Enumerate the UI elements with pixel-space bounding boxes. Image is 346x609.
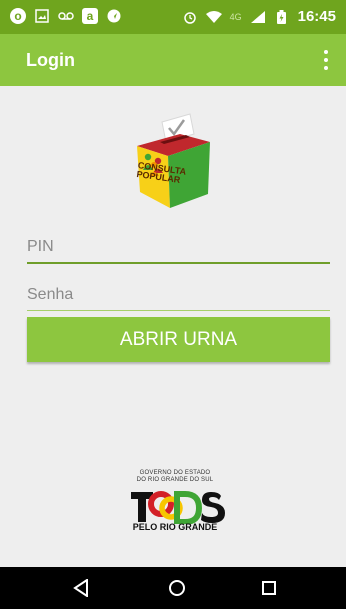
gov-line1: GOVERNO DO ESTADO bbox=[139, 470, 211, 476]
alarm-icon bbox=[182, 9, 198, 25]
network-label: 4G bbox=[229, 11, 242, 22]
password-underline bbox=[27, 310, 330, 311]
amazon-icon: a bbox=[82, 8, 98, 24]
overflow-dot bbox=[324, 58, 328, 62]
footer-brand: GOVERNO DO ESTADO DO RIO GRANDE DO SUL P… bbox=[120, 470, 230, 540]
voicemail-icon bbox=[58, 8, 74, 24]
status-time: 16:45 bbox=[297, 8, 336, 25]
status-left-icons: o a bbox=[10, 8, 122, 24]
open-ballot-button[interactable]: ABRIR URNA bbox=[27, 317, 330, 362]
status-right-icons: 4G 16:45 bbox=[182, 8, 336, 25]
navigation-icon bbox=[106, 8, 122, 24]
more-vert-icon[interactable] bbox=[320, 48, 332, 72]
status-bar: o a 4G 16:45 bbox=[0, 0, 346, 34]
app-bar: Login bbox=[0, 34, 346, 86]
pin-underline bbox=[27, 262, 330, 264]
password-input[interactable] bbox=[27, 280, 330, 310]
gov-line2: DO RIO GRANDE DO SUL bbox=[136, 477, 214, 483]
image-icon bbox=[34, 8, 50, 24]
consulta-popular-logo: CONSULTA POPULAR bbox=[132, 112, 212, 212]
page-title: Login bbox=[26, 50, 75, 70]
wifi-icon bbox=[205, 9, 222, 25]
brand-tagline: PELO RIO GRANDE bbox=[132, 522, 218, 532]
o-icon: o bbox=[10, 8, 26, 24]
recents-icon[interactable] bbox=[256, 576, 282, 600]
nav-bar bbox=[0, 567, 346, 609]
overflow-dot bbox=[324, 66, 328, 70]
pin-input[interactable] bbox=[27, 232, 330, 262]
overflow-dot bbox=[324, 50, 328, 54]
pin-field bbox=[27, 232, 330, 264]
battery-icon bbox=[274, 9, 290, 25]
home-icon[interactable] bbox=[164, 576, 190, 600]
back-icon[interactable] bbox=[68, 576, 94, 600]
password-field bbox=[27, 280, 330, 311]
signal-icon bbox=[250, 9, 266, 25]
todos-logo bbox=[131, 491, 225, 524]
